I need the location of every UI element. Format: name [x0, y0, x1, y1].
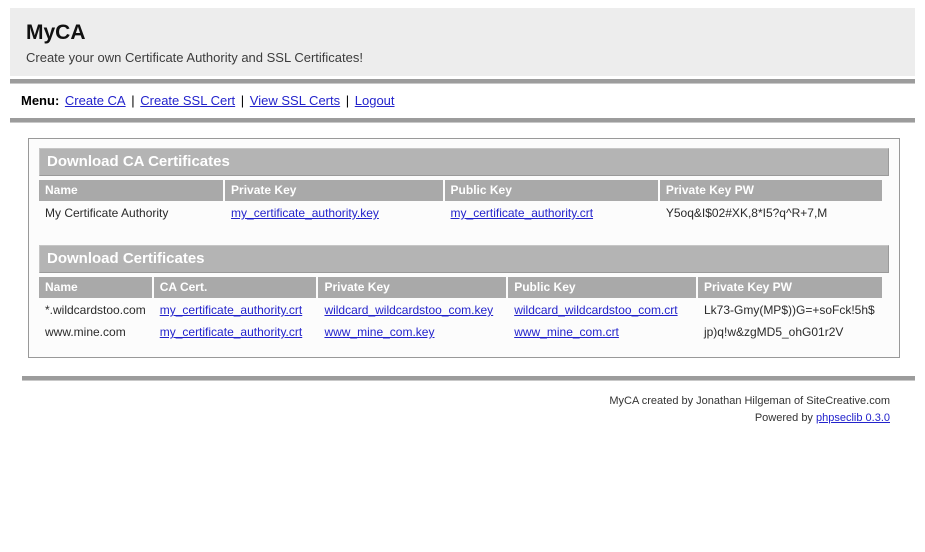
divider-bar-menu-bottom	[10, 118, 915, 123]
column-header-ca-cert: CA Cert.	[153, 277, 317, 298]
certs-section-title: Download Certificates	[39, 245, 889, 273]
page-title: MyCA	[26, 21, 86, 44]
table-row: www.mine.com my_certificate_authority.cr…	[39, 321, 882, 342]
column-header-name: Name	[39, 277, 152, 298]
cert-ca-cert-link[interactable]: my_certificate_authority.crt	[160, 325, 303, 339]
table-header-row: Name Private Key Public Key Private Key …	[39, 180, 882, 201]
menu-item-view-ssl-certs[interactable]: View SSL Certs	[250, 93, 340, 108]
menu-separator: |	[240, 93, 245, 108]
cert-ca-cert-link[interactable]: my_certificate_authority.crt	[160, 303, 303, 317]
menu-bar: Menu: Create CA | Create SSL Cert | View…	[10, 84, 915, 118]
ca-certificates-section: Download CA Certificates Name Private Ke…	[39, 148, 889, 224]
powered-by-text: Powered by	[754, 412, 816, 425]
ca-private-key-link[interactable]: my_certificate_authority.key	[231, 206, 379, 220]
footer-credit: MyCA created by Jonathan Hilgeman of Sit…	[609, 395, 890, 407]
table-header-row: Name CA Cert. Private Key Public Key Pri…	[39, 277, 882, 298]
footer-powered-by: Powered by phpseclib 0.3.0	[10, 410, 890, 427]
divider-bar-footer	[22, 376, 915, 381]
column-header-public-key: Public Key	[444, 180, 658, 201]
certificates-section: Download Certificates Name CA Cert. Priv…	[39, 245, 889, 343]
table-row: My Certificate Authority my_certificate_…	[39, 202, 882, 223]
column-header-name: Name	[39, 180, 224, 201]
column-header-public-key: Public Key	[508, 277, 696, 298]
menu-item-create-ssl-cert[interactable]: Create SSL Cert	[140, 93, 235, 108]
page-subtitle: Create your own Certificate Authority an…	[26, 50, 363, 65]
cert-name: *.wildcardstoo.com	[45, 303, 146, 317]
cert-private-key-link[interactable]: www_mine_com.key	[324, 325, 434, 339]
column-header-private-key-pw: Private Key PW	[697, 277, 882, 298]
content-box: Download CA Certificates Name Private Ke…	[28, 138, 900, 358]
page: MyCA Create your own Certificate Authori…	[0, 0, 925, 427]
ca-section-title: Download CA Certificates	[39, 148, 889, 176]
cert-public-key-link[interactable]: wildcard_wildcardstoo_com.crt	[514, 303, 677, 317]
footer: MyCA created by Jonathan Hilgeman of Sit…	[10, 393, 915, 427]
cert-private-key-pw: Lk73-Gmy(MP$))G=+soFck!5h$	[703, 303, 875, 317]
table-row: *.wildcardstoo.com my_certificate_author…	[39, 299, 882, 320]
ca-certificates-table: Name Private Key Public Key Private Key …	[37, 179, 884, 224]
column-header-private-key-pw: Private Key PW	[659, 180, 882, 201]
cert-public-key-link[interactable]: www_mine_com.crt	[514, 325, 619, 339]
certificates-table: Name CA Cert. Private Key Public Key Pri…	[37, 276, 884, 343]
cert-private-key-pw: jp)q!w&zgMD5_ohG01r2V	[703, 325, 844, 339]
ca-name: My Certificate Authority	[45, 206, 169, 220]
menu-label: Menu:	[21, 93, 60, 108]
app-header: MyCA Create your own Certificate Authori…	[10, 8, 915, 76]
ca-private-key-pw: Y5oq&I$02#XK,8*I5?q^R+7,M	[665, 206, 828, 220]
phpseclib-link[interactable]: phpseclib 0.3.0	[816, 412, 890, 424]
cert-name: www.mine.com	[45, 325, 126, 339]
menu-separator: |	[345, 93, 350, 108]
menu-item-logout[interactable]: Logout	[355, 93, 395, 108]
menu-separator: |	[131, 93, 135, 108]
cert-private-key-link[interactable]: wildcard_wildcardstoo_com.key	[324, 303, 493, 317]
column-header-private-key: Private Key	[225, 180, 443, 201]
menu-item-create-ca[interactable]: Create CA	[65, 93, 126, 108]
column-header-private-key: Private Key	[318, 277, 507, 298]
ca-public-key-link[interactable]: my_certificate_authority.crt	[451, 206, 594, 220]
